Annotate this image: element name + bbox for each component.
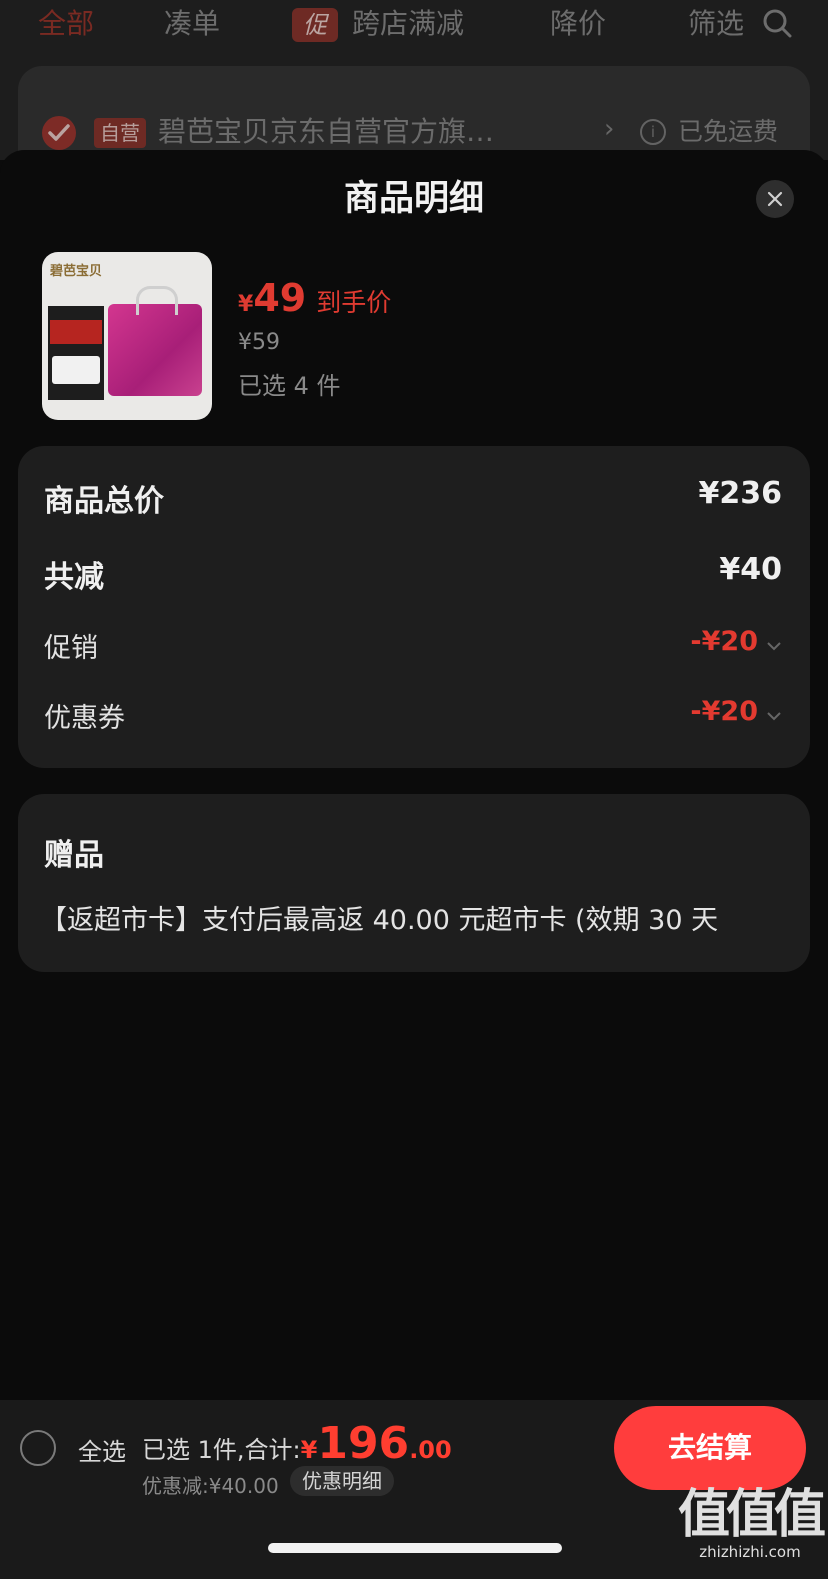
- price-value: 49: [253, 276, 307, 320]
- tab-all[interactable]: 全部: [38, 4, 94, 44]
- store-name[interactable]: 碧芭宝贝京东自营官方旗…: [158, 110, 494, 154]
- close-icon: [767, 191, 783, 207]
- watermark-logo: 值值值: [677, 1485, 826, 1545]
- thumbnail-info-panel: [48, 306, 104, 400]
- total-prefix: 已选 1件,合计:: [142, 1436, 301, 1464]
- selected-count: 已选 4 件: [238, 372, 341, 400]
- coupon-row[interactable]: -¥20: [690, 696, 782, 727]
- total-currency: ¥: [300, 1436, 318, 1464]
- total-decimal: .00: [409, 1436, 452, 1464]
- filter-tabs: 全部 凑单 促跨店满减 降价 筛选: [0, 0, 828, 50]
- coupon-value: -¥20: [690, 696, 758, 727]
- tab-filter[interactable]: 筛选: [688, 4, 744, 44]
- checkout-button[interactable]: 去结算: [614, 1406, 806, 1490]
- discount-text: 优惠减:¥40.00: [142, 1474, 279, 1498]
- checkout-bar: 全选 已选 1件,合计:¥196.00 优惠减:¥40.00 优惠明细 去结算 …: [0, 1400, 828, 1579]
- total-value: ¥236: [698, 476, 783, 511]
- watermark: 值值值 zhizhizhi.com: [676, 1485, 826, 1561]
- gift-title: 赠品: [44, 838, 104, 873]
- tab-cross-store-label: 跨店满减: [352, 7, 465, 40]
- watermark-url: zhizhizhi.com: [699, 1543, 801, 1561]
- tab-cross-store[interactable]: 促跨店满减: [292, 4, 464, 44]
- self-run-badge: 自营: [94, 118, 146, 148]
- search-icon[interactable]: [762, 8, 792, 38]
- promo-label: 促销: [44, 633, 98, 664]
- gift-card: 赠品 【返超市卡】支付后最高返 40.00 元超市卡 (效期 30 天: [18, 794, 810, 972]
- price-currency: ¥: [238, 292, 254, 317]
- store-check-icon[interactable]: [42, 116, 76, 150]
- product-detail-sheet: 商品明细 碧芭宝贝 ¥49 到手价 ¥59 已选 4 件 商品总价 ¥236 共减…: [0, 150, 828, 1400]
- select-all-radio[interactable]: [20, 1430, 56, 1466]
- reduce-value: ¥40: [719, 552, 782, 587]
- tab-bundle[interactable]: 凑单: [164, 4, 220, 44]
- shipping-status: 已免运费: [678, 117, 779, 146]
- promo-badge: 促: [292, 8, 338, 42]
- thumbnail-white-block: [52, 356, 100, 384]
- chevron-down-icon: [766, 706, 782, 725]
- gift-text: 【返超市卡】支付后最高返 40.00 元超市卡 (效期 30 天: [40, 905, 719, 936]
- coupon-label: 优惠券: [44, 703, 125, 734]
- thumbnail-logo: 碧芭宝贝: [50, 264, 103, 279]
- discount-detail-button[interactable]: 优惠明细: [290, 1466, 394, 1496]
- total-line: 已选 1件,合计:¥196.00: [142, 1418, 452, 1469]
- price-tag: 到手价: [316, 288, 392, 317]
- promo-value: -¥20: [690, 626, 758, 657]
- promo-row[interactable]: -¥20: [690, 626, 782, 657]
- background-page: 全部 凑单 促跨店满减 降价 筛选 自营 碧芭宝贝京东自营官方旗… › i 已免…: [0, 0, 828, 176]
- reduce-label: 共减: [44, 560, 104, 595]
- product-bag-image: [108, 286, 202, 396]
- select-all-label[interactable]: 全选: [78, 1432, 126, 1467]
- product-thumbnail[interactable]: 碧芭宝贝: [42, 252, 212, 420]
- info-icon[interactable]: i: [640, 119, 666, 145]
- close-button[interactable]: [756, 180, 794, 218]
- chevron-right-icon[interactable]: ›: [604, 114, 614, 144]
- total-label: 商品总价: [44, 484, 164, 519]
- tab-price-drop[interactable]: 降价: [550, 4, 606, 44]
- price-summary-card: 商品总价 ¥236 共减 ¥40 促销 -¥20 优惠券 -¥20: [18, 446, 810, 768]
- chevron-down-icon: [766, 636, 782, 655]
- original-price: ¥59: [238, 330, 280, 355]
- final-price: ¥49 到手价: [238, 276, 391, 320]
- home-indicator[interactable]: [268, 1543, 562, 1553]
- sheet-title: 商品明细: [343, 179, 484, 219]
- total-integer: 196: [317, 1418, 410, 1469]
- thumbnail-red-block: [50, 320, 102, 344]
